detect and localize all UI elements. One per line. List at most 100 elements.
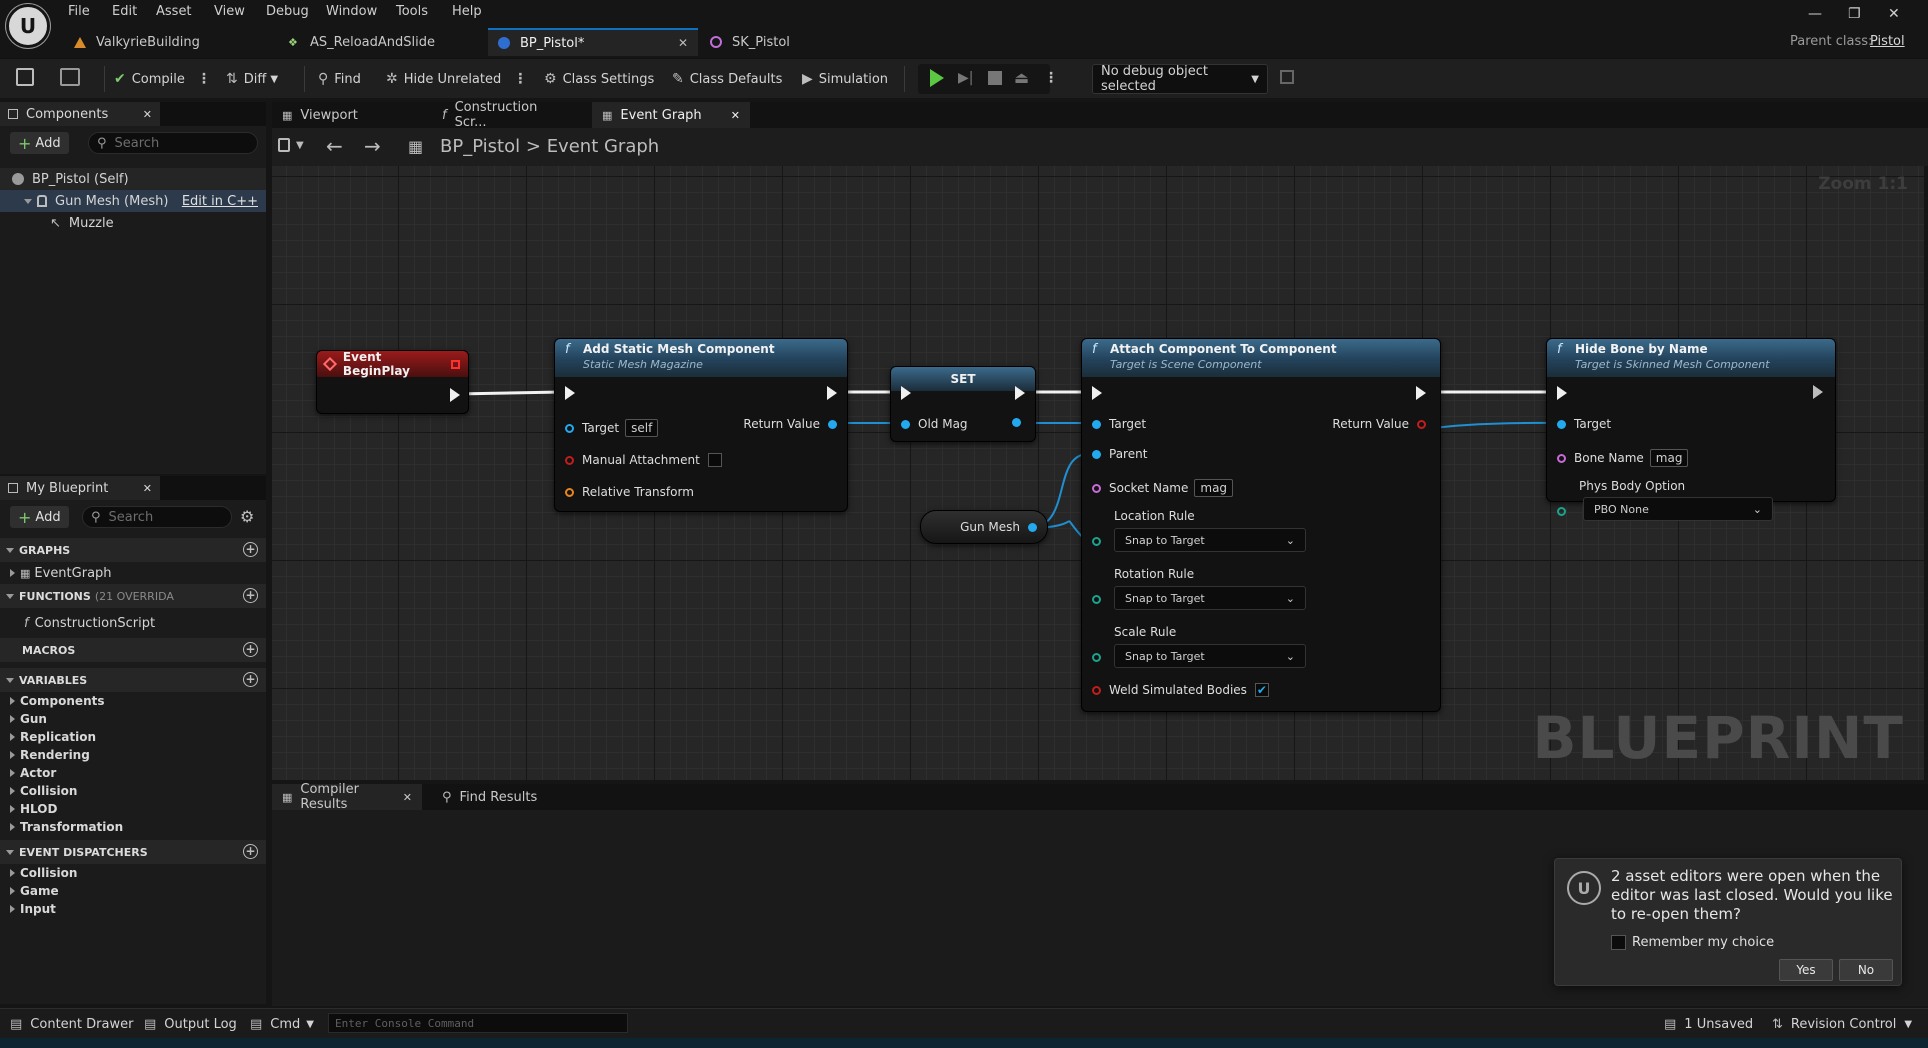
menu-edit[interactable]: Edit xyxy=(112,4,137,19)
debug-object-select[interactable]: No debug object selected ▼ xyxy=(1092,64,1268,94)
section-functions[interactable]: FUNCTIONS (21 OVERRIDA + xyxy=(0,584,266,608)
doc-tab-sk-pistol[interactable]: SK_Pistol xyxy=(700,28,800,56)
expand-icon[interactable] xyxy=(24,198,32,204)
close-panel-icon[interactable]: ✕ xyxy=(143,482,152,495)
section-variables[interactable]: VARIABLES + xyxy=(0,668,266,692)
menu-tools[interactable]: Tools xyxy=(396,4,428,19)
enum-pin-icon[interactable] xyxy=(1557,507,1566,516)
doc-tab-bp-pistol[interactable]: BP_Pistol* ✕ xyxy=(488,28,698,56)
pin-manual-attachment[interactable]: Manual Attachment xyxy=(565,453,722,467)
node-set-old-mag[interactable]: SET Old Mag xyxy=(890,366,1036,442)
variable-category[interactable]: Collision xyxy=(0,782,266,800)
bookmark-icon[interactable] xyxy=(278,138,290,152)
restore-icon[interactable]: ❐ xyxy=(1848,6,1861,22)
tree-item-muzzle[interactable]: ↖ Muzzle xyxy=(0,212,266,234)
add-component-button[interactable]: + Add xyxy=(10,132,69,154)
variable-category[interactable]: HLOD xyxy=(0,800,266,818)
pin-parent[interactable]: Parent xyxy=(1092,447,1147,461)
play-icon[interactable] xyxy=(930,69,944,87)
expand-icon[interactable] xyxy=(10,569,15,577)
node-attach-component-to-component[interactable]: f Attach Component To Component Target i… xyxy=(1081,338,1441,712)
variable-category[interactable]: Gun xyxy=(0,710,266,728)
pin-relative-transform[interactable]: Relative Transform xyxy=(565,485,694,499)
menu-help[interactable]: Help xyxy=(452,4,482,19)
pin-target[interactable]: Target self xyxy=(565,419,659,437)
breadcrumb-root[interactable]: BP_Pistol xyxy=(440,136,520,157)
pin-default-value[interactable]: self xyxy=(625,419,659,437)
section-macros[interactable]: MACROS + xyxy=(0,638,266,662)
section-event-dispatchers[interactable]: EVENT DISPATCHERS + xyxy=(0,840,266,864)
doc-tab-valkyriebuilding[interactable]: ValkyrieBuilding xyxy=(64,28,210,56)
no-button[interactable]: No xyxy=(1839,959,1893,981)
node-add-static-mesh-component[interactable]: f Add Static Mesh Component Static Mesh … xyxy=(554,338,848,512)
step-icon[interactable]: ▶| xyxy=(958,70,973,86)
hide-unrelated-options-icon[interactable]: ⋮ xyxy=(513,71,527,87)
node-hide-bone-by-name[interactable]: f Hide Bone by Name Target is Skinned Me… xyxy=(1546,338,1836,521)
tab-construction-script[interactable]: f Construction Scr... xyxy=(432,100,582,130)
stop-icon[interactable] xyxy=(988,71,1002,85)
exec-out-pin[interactable] xyxy=(1416,386,1426,400)
rotation-rule-select[interactable]: Snap to Target ⌄ xyxy=(1114,586,1306,610)
console-input[interactable]: Enter Console Command xyxy=(328,1013,628,1033)
weld-checkbox[interactable]: ✔ xyxy=(1254,683,1269,697)
bone-name-input[interactable]: mag xyxy=(1649,449,1689,467)
pin-socket-name[interactable]: Socket Name mag xyxy=(1092,479,1234,497)
class-defaults-button[interactable]: ✎ Class Defaults xyxy=(672,66,782,92)
menu-view[interactable]: View xyxy=(214,4,245,19)
chevron-down-icon[interactable]: ▼ xyxy=(296,140,304,151)
exec-in-pin[interactable] xyxy=(901,386,911,400)
node-event-beginplay[interactable]: Event BeginPlay xyxy=(316,350,469,414)
enum-pin-icon[interactable] xyxy=(1092,537,1101,546)
scale-rule-select[interactable]: Snap to Target ⌄ xyxy=(1114,644,1306,668)
variable-category[interactable]: Transformation xyxy=(0,818,266,836)
revision-control-button[interactable]: ⇅ Revision Control ▼ xyxy=(1772,1014,1912,1034)
debug-filter-icon[interactable] xyxy=(1280,70,1294,84)
graph-item-eventgraph[interactable]: ▦ EventGraph xyxy=(0,562,266,584)
hide-unrelated-button[interactable]: ✲ Hide Unrelated ⋮ xyxy=(386,66,527,92)
browse-icon[interactable] xyxy=(60,68,80,86)
add-dispatcher-icon[interactable]: + xyxy=(243,844,258,859)
my-blueprint-tab[interactable]: My Blueprint ✕ xyxy=(0,476,160,500)
minimize-icon[interactable]: — xyxy=(1808,6,1822,22)
phys-body-option-select[interactable]: PBO None ⌄ xyxy=(1583,497,1773,521)
exec-out-pin[interactable] xyxy=(827,386,837,400)
components-search-input[interactable]: ⚲ Search xyxy=(88,132,258,154)
edit-in-cpp-link[interactable]: Edit in C++ xyxy=(182,194,258,209)
add-graph-icon[interactable]: + xyxy=(243,542,258,557)
menu-asset[interactable]: Asset xyxy=(156,4,192,19)
exec-out-pin[interactable] xyxy=(1015,386,1025,400)
variable-category[interactable]: Rendering xyxy=(0,746,266,764)
tab-viewport[interactable]: ▦ Viewport xyxy=(272,102,422,128)
menu-window[interactable]: Window xyxy=(326,4,377,19)
exec-out-pin[interactable] xyxy=(450,388,460,402)
enum-pin-icon[interactable] xyxy=(1092,595,1101,604)
pin-weld-simulated-bodies[interactable]: Weld Simulated Bodies ✔ xyxy=(1092,683,1269,697)
tree-item-gun-mesh[interactable]: Gun Mesh (Mesh) Edit in C++ xyxy=(0,190,266,212)
manual-attachment-checkbox[interactable] xyxy=(707,453,722,467)
add-variable-icon[interactable]: + xyxy=(243,672,258,687)
variable-category[interactable]: Actor xyxy=(0,764,266,782)
exec-out-pin[interactable] xyxy=(1813,385,1823,399)
yes-button[interactable]: Yes xyxy=(1779,959,1833,981)
menu-debug[interactable]: Debug xyxy=(266,4,309,19)
output-log-button[interactable]: ▤ Output Log xyxy=(144,1014,237,1034)
socket-name-input[interactable]: mag xyxy=(1194,479,1234,497)
pin-return-value[interactable]: Return Value xyxy=(1332,417,1426,431)
find-button[interactable]: ⚲ Find xyxy=(318,66,361,92)
exec-in-pin[interactable] xyxy=(565,386,575,400)
close-tab-icon[interactable]: ✕ xyxy=(731,109,740,122)
function-item-constructionscript[interactable]: f ConstructionScript xyxy=(0,608,266,638)
cmd-select[interactable]: ▤ Cmd ▼ xyxy=(250,1014,314,1034)
pin-return-value[interactable]: Return Value xyxy=(743,417,837,431)
unreal-logo-icon[interactable]: U xyxy=(6,4,50,48)
menu-file[interactable]: File xyxy=(68,4,90,19)
components-tab[interactable]: Components ✕ xyxy=(0,102,160,126)
location-rule-select[interactable]: Snap to Target ⌄ xyxy=(1114,528,1306,552)
doc-tab-as-reloadandslide[interactable]: ❖ AS_ReloadAndSlide xyxy=(278,28,445,56)
compile-options-icon[interactable]: ⋮ xyxy=(197,71,211,87)
close-icon[interactable]: ✕ xyxy=(1888,6,1900,22)
eject-icon[interactable]: ⏏ xyxy=(1014,68,1029,87)
tab-event-graph[interactable]: ▦ Event Graph ✕ xyxy=(592,102,750,128)
delegate-pin-icon[interactable] xyxy=(451,359,460,369)
exec-in-pin[interactable] xyxy=(1092,386,1102,400)
